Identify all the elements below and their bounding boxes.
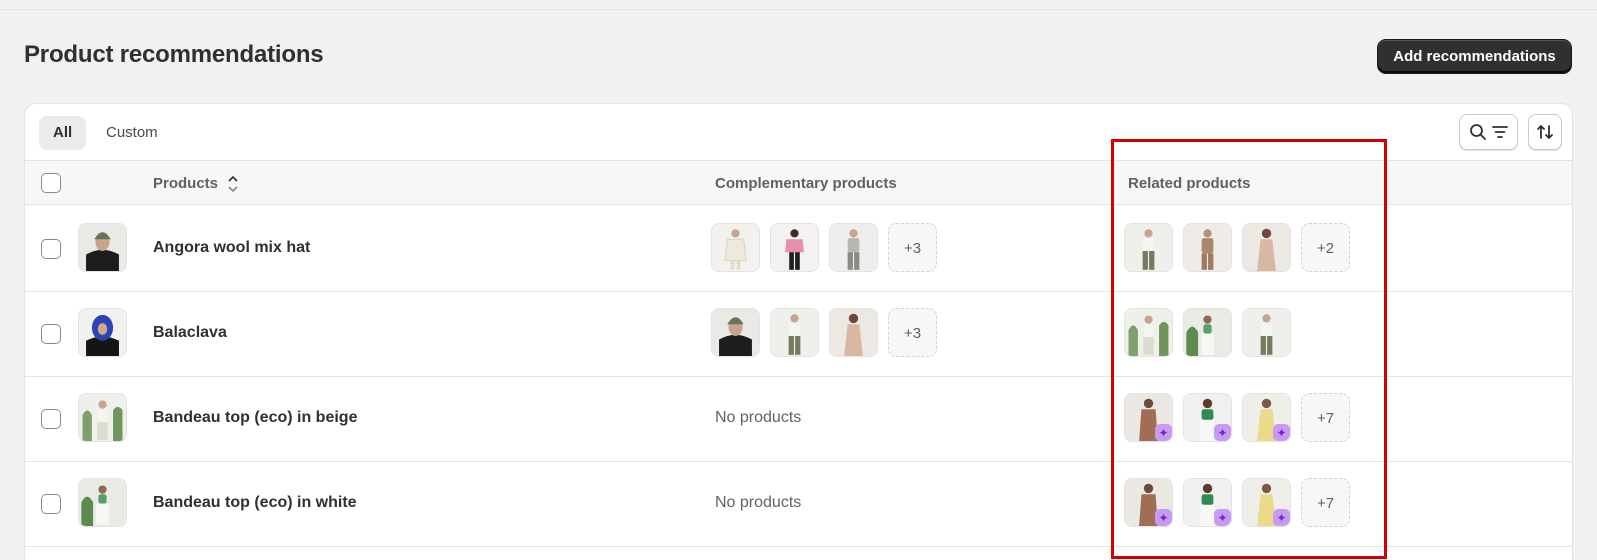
search-icon <box>1469 124 1486 140</box>
tab-all[interactable]: All <box>39 116 87 150</box>
product-name[interactable]: Angora wool mix hat <box>153 239 310 257</box>
no-complementary-products: No products <box>715 494 802 511</box>
sparkle-icon: ✦ <box>1155 509 1172 526</box>
page-title: Product recommendations <box>24 41 324 68</box>
sparkle-icon: ✦ <box>1214 509 1231 526</box>
row-checkbox[interactable] <box>41 494 61 514</box>
sort-chevrons-icon <box>228 175 238 193</box>
product-name[interactable]: Bandeau top (eco) in white <box>153 494 357 512</box>
complementary-more-count[interactable]: +3 <box>888 223 937 272</box>
related-more-count[interactable]: +2 <box>1301 223 1350 272</box>
product-thumbnail <box>78 393 127 442</box>
sort-icon <box>1537 125 1553 139</box>
tab-custom[interactable]: Custom <box>92 116 172 150</box>
products-header-label: Products <box>153 175 219 192</box>
table-row[interactable]: Bandeau top (eco) in beige No products ✦ ✦ ✦… <box>25 376 1572 462</box>
product-name[interactable]: Balaclava <box>153 324 227 342</box>
related-product-thumbnail[interactable] <box>1183 223 1232 272</box>
sort-button[interactable] <box>1528 114 1562 150</box>
product-thumbnail <box>78 478 127 527</box>
search-filter-button[interactable] <box>1459 114 1518 150</box>
related-product-thumbnail[interactable]: ✦ <box>1183 478 1232 527</box>
filter-icon <box>1491 126 1508 138</box>
column-header-related: Related products <box>1128 175 1251 192</box>
related-product-thumbnail[interactable] <box>1124 223 1173 272</box>
complementary-more-count[interactable]: +3 <box>888 308 937 357</box>
row-checkbox[interactable] <box>41 239 61 259</box>
complementary-product-thumbnail[interactable] <box>711 308 760 357</box>
table-row[interactable]: Bandeau top (eco) in white No products ✦ ✦ ✦… <box>25 461 1572 547</box>
add-recommendations-button[interactable]: Add recommendations <box>1377 39 1572 74</box>
related-product-thumbnail[interactable] <box>1242 308 1291 357</box>
related-product-thumbnail[interactable] <box>1183 308 1232 357</box>
related-more-count[interactable]: +7 <box>1301 393 1350 442</box>
complementary-product-thumbnail[interactable] <box>770 308 819 357</box>
top-divider <box>0 9 1597 10</box>
related-more-count[interactable]: +7 <box>1301 478 1350 527</box>
related-product-thumbnail[interactable]: ✦ <box>1242 478 1291 527</box>
column-header-complementary: Complementary products <box>715 175 897 192</box>
complementary-product-thumbnail[interactable] <box>829 223 878 272</box>
complementary-product-thumbnail[interactable] <box>829 308 878 357</box>
column-header-products[interactable]: Products <box>153 175 238 193</box>
table-row[interactable]: Angora wool mix hat +3 +2 <box>25 206 1572 292</box>
row-checkbox[interactable] <box>41 324 61 344</box>
related-product-thumbnail[interactable] <box>1124 308 1173 357</box>
no-complementary-products: No products <box>715 409 802 426</box>
product-thumbnail <box>78 223 127 272</box>
table-row[interactable]: Balaclava +3 <box>25 291 1572 377</box>
row-checkbox[interactable] <box>41 409 61 429</box>
product-thumbnail <box>78 308 127 357</box>
sparkle-icon: ✦ <box>1273 509 1290 526</box>
sparkle-icon: ✦ <box>1155 424 1172 441</box>
complementary-product-thumbnail[interactable] <box>770 223 819 272</box>
table-header: Products Complementary products Related … <box>25 160 1572 205</box>
related-product-thumbnail[interactable] <box>1242 223 1291 272</box>
sparkle-icon: ✦ <box>1214 424 1231 441</box>
related-product-thumbnail[interactable]: ✦ <box>1183 393 1232 442</box>
related-product-thumbnail[interactable]: ✦ <box>1124 478 1173 527</box>
complementary-product-thumbnail[interactable] <box>711 223 760 272</box>
select-all-checkbox[interactable] <box>41 173 61 193</box>
related-product-thumbnail[interactable]: ✦ <box>1124 393 1173 442</box>
related-product-thumbnail[interactable]: ✦ <box>1242 393 1291 442</box>
sparkle-icon: ✦ <box>1273 424 1290 441</box>
product-name[interactable]: Bandeau top (eco) in beige <box>153 409 357 427</box>
recommendations-table-card: All Custom Products Complementary produc… <box>24 103 1573 560</box>
